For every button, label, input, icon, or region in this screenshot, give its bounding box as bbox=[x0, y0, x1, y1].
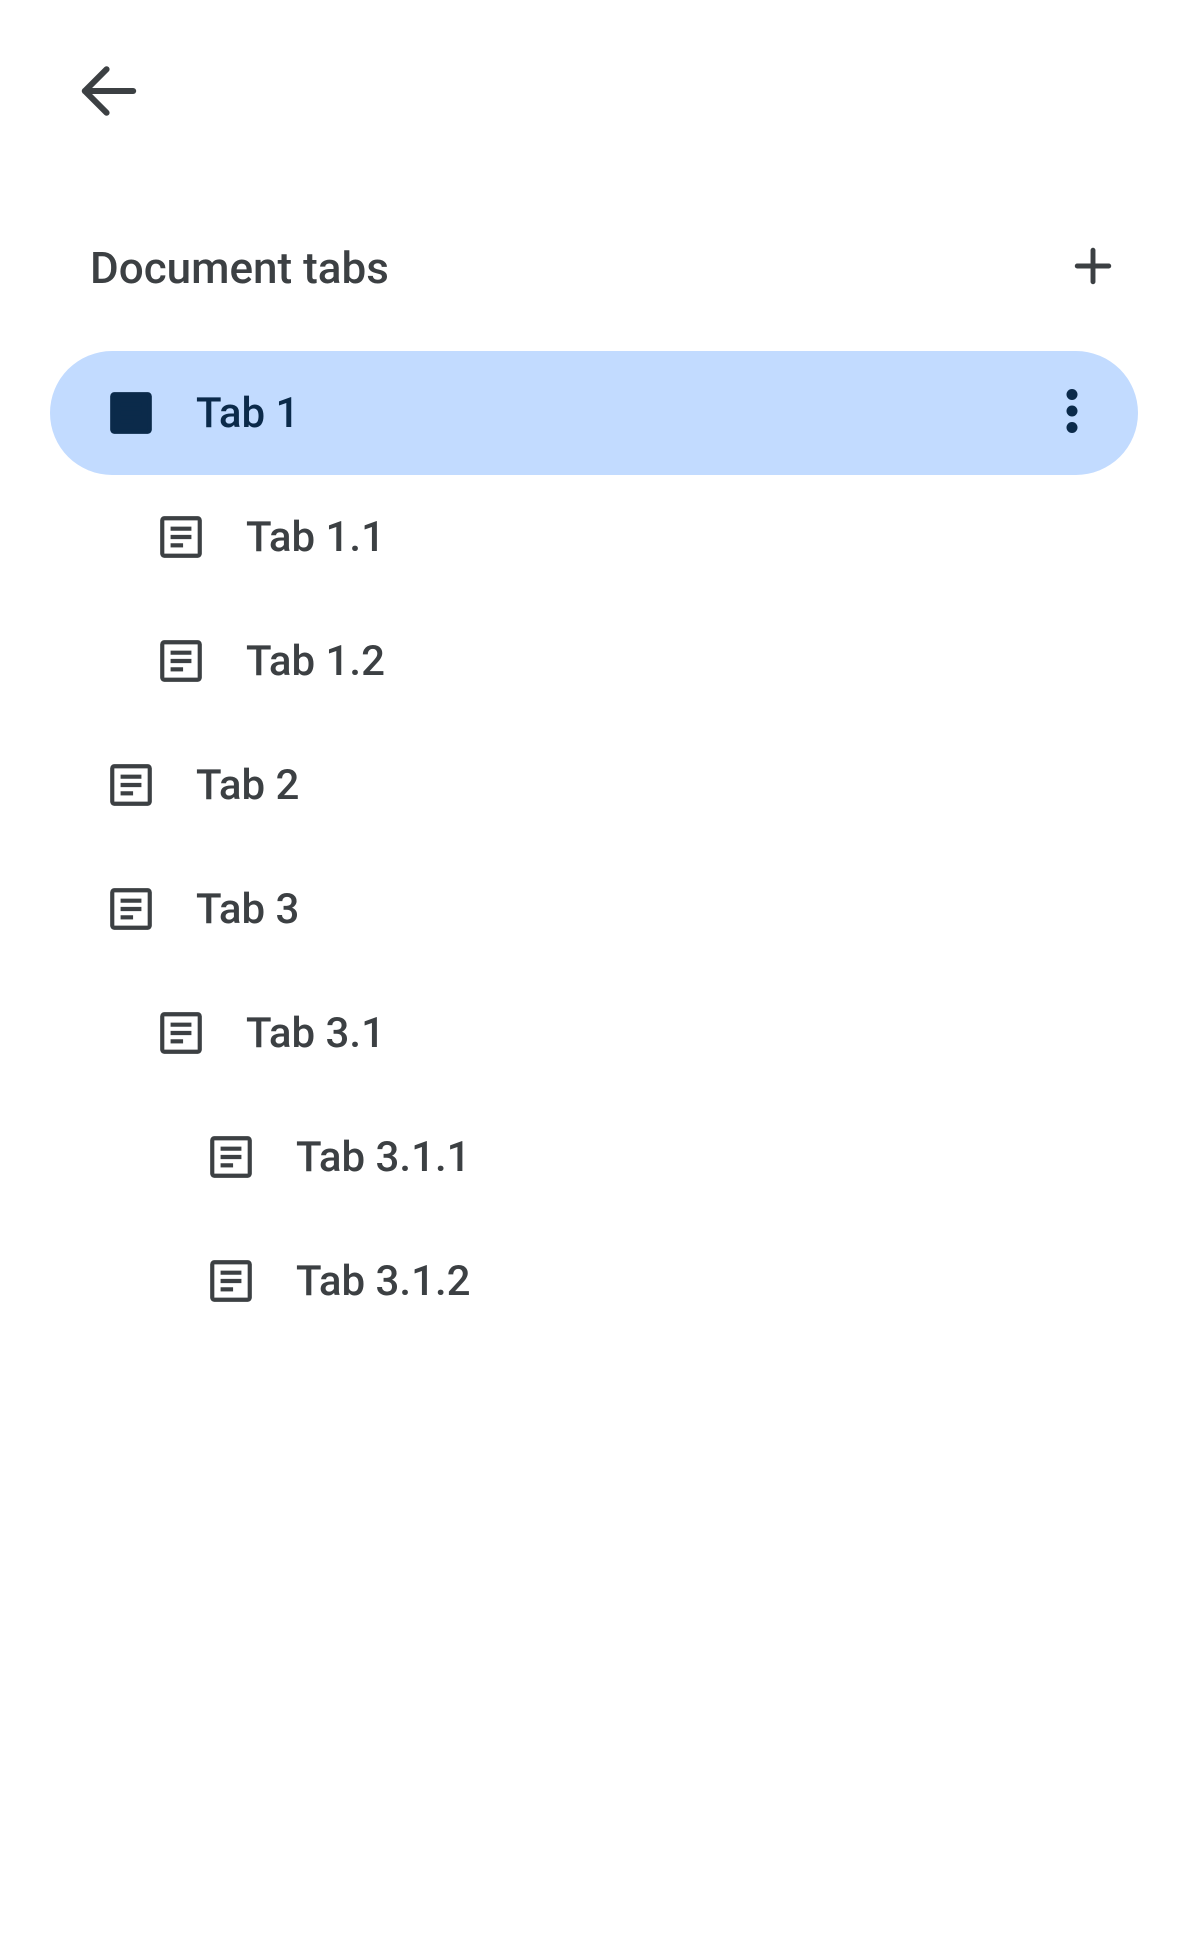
tab-label: Tab 1.2 bbox=[246, 637, 385, 686]
tab-item[interactable]: Tab 1.2 bbox=[50, 599, 1138, 723]
tab-item[interactable]: Tab 3 bbox=[50, 847, 1138, 971]
document-icon bbox=[156, 636, 206, 686]
document-icon bbox=[106, 884, 156, 934]
panel-header: Document tabs bbox=[0, 233, 1188, 303]
tab-label: Tab 1.1 bbox=[246, 513, 385, 562]
tab-item[interactable]: Tab 2 bbox=[50, 723, 1138, 847]
more-vertical-icon bbox=[1066, 389, 1078, 437]
tab-label: Tab 1 bbox=[196, 389, 299, 438]
document-icon bbox=[106, 388, 156, 438]
document-icon bbox=[106, 760, 156, 810]
arrow-left-icon bbox=[80, 62, 138, 124]
back-button[interactable] bbox=[64, 48, 154, 138]
document-icon bbox=[156, 1008, 206, 1058]
document-icon bbox=[206, 1132, 256, 1182]
tab-label: Tab 3.1.2 bbox=[296, 1257, 471, 1306]
panel-title: Document tabs bbox=[90, 242, 389, 294]
tab-list: Tab 1 Tab 1.1 bbox=[0, 351, 1188, 1343]
add-tab-button[interactable] bbox=[1058, 233, 1128, 303]
tab-more-button[interactable] bbox=[1048, 389, 1096, 437]
plus-icon bbox=[1072, 245, 1114, 291]
tab-item[interactable]: Tab 3.1.1 bbox=[50, 1095, 1138, 1219]
tab-label: Tab 3 bbox=[196, 885, 299, 934]
tab-label: Tab 3.1.1 bbox=[296, 1133, 471, 1182]
tab-item[interactable]: Tab 1 bbox=[50, 351, 1138, 475]
document-icon bbox=[206, 1256, 256, 1306]
tab-item[interactable]: Tab 3.1 bbox=[50, 971, 1138, 1095]
tab-label: Tab 2 bbox=[196, 761, 299, 810]
document-icon bbox=[156, 512, 206, 562]
tab-item[interactable]: Tab 1.1 bbox=[50, 475, 1138, 599]
tab-item[interactable]: Tab 3.1.2 bbox=[50, 1219, 1138, 1343]
tab-label: Tab 3.1 bbox=[246, 1009, 385, 1058]
